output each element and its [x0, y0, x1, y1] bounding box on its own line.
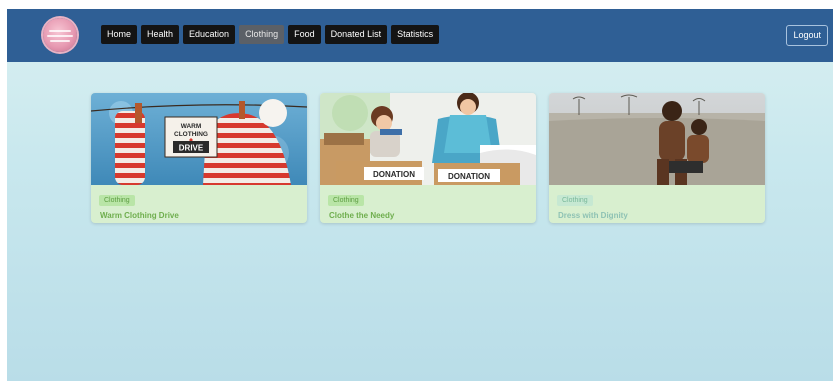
nav-clothing[interactable]: Clothing — [239, 25, 285, 44]
top-navbar: Home Health Education Clothing Food Dona… — [7, 9, 833, 62]
nav-donated-list[interactable]: Donated List — [324, 25, 388, 44]
warm-clothing-sign: WARM CLOTHING DRIVE — [164, 116, 218, 158]
donation-box-label: DONATION — [373, 170, 415, 179]
svg-text:WARM: WARM — [181, 123, 202, 130]
card-title[interactable]: Warm Clothing Drive — [100, 211, 179, 220]
category-badge: Clothing — [328, 195, 364, 206]
card-title[interactable]: Dress with Dignity — [558, 211, 628, 220]
donation-box-label: DONATION — [448, 172, 490, 181]
category-badge: Clothing — [557, 195, 593, 206]
campaign-card-clothe-needy[interactable]: DONATION DONATION Clothing Clothe the Ne… — [320, 93, 536, 223]
nav-food[interactable]: Food — [288, 25, 321, 44]
logout-button[interactable]: Logout — [786, 25, 828, 46]
app-screen: Home Health Education Clothing Food Dona… — [7, 9, 833, 381]
campaign-card-warm-clothing[interactable]: WARM CLOTHING DRIVE Clothing Warm Clothi… — [91, 93, 307, 223]
category-badge: Clothing — [99, 195, 135, 206]
card-title[interactable]: Clothe the Needy — [329, 211, 394, 220]
clothe-needy-image: DONATION DONATION — [320, 93, 536, 185]
nav-home[interactable]: Home — [101, 25, 138, 44]
nav-statistics[interactable]: Statistics — [391, 25, 440, 44]
campaign-card-dress-dignity[interactable]: Clothing Dress with Dignity — [549, 93, 765, 223]
dress-dignity-image — [549, 93, 765, 185]
site-logo[interactable] — [43, 18, 77, 52]
nav-health[interactable]: Health — [141, 25, 180, 44]
warm-clothing-image: WARM CLOTHING DRIVE — [91, 93, 307, 185]
svg-text:CLOTHING: CLOTHING — [174, 131, 208, 138]
main-nav: Home Health Education Clothing Food Dona… — [101, 25, 440, 44]
svg-text:DRIVE: DRIVE — [179, 144, 204, 153]
nav-education[interactable]: Education — [183, 25, 236, 44]
